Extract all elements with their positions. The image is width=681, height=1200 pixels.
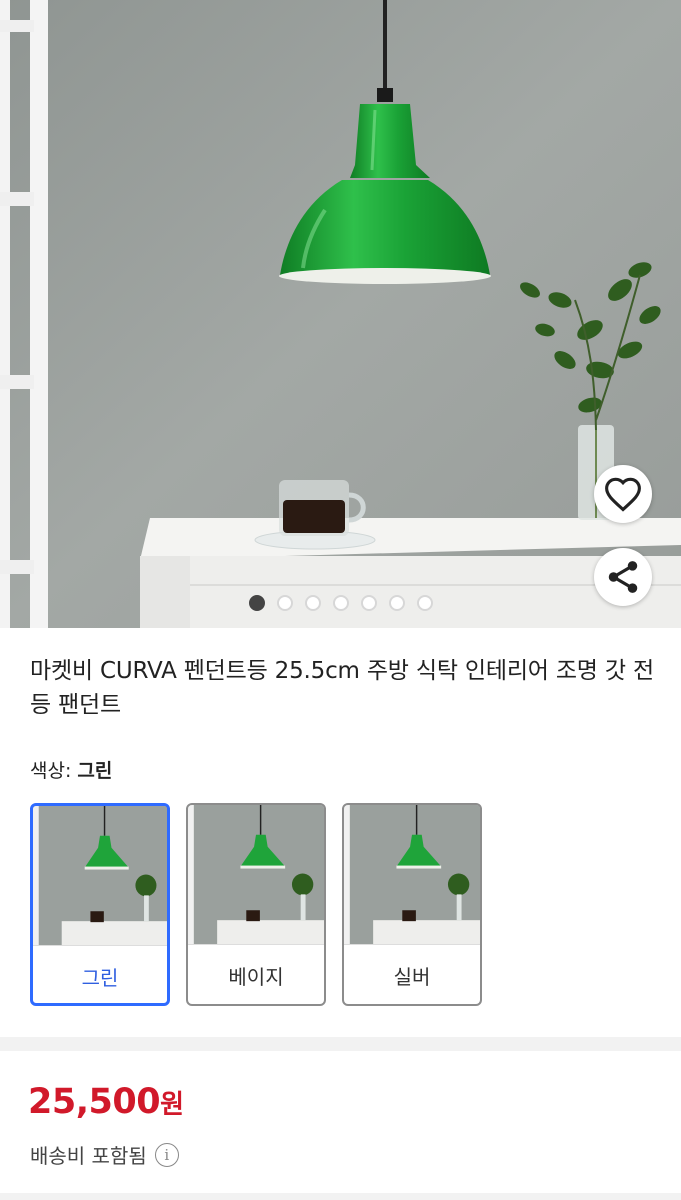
color-label-prefix: 색상: [30,760,78,782]
color-thumbnail-silver [344,805,480,945]
price-amount: 25,500 [28,1082,161,1122]
color-options: 그린 베이지 실버 [30,803,482,1006]
carousel-indicator [0,595,681,613]
price-currency: 원 [160,1090,184,1120]
carousel-dot[interactable] [361,595,377,611]
color-option-label: 실버 [393,964,431,989]
bottom-divider [0,1193,681,1200]
section-divider [0,1037,681,1051]
carousel-dot[interactable] [389,595,405,611]
shipping-info: 배송비 포함됨 i [30,1140,179,1169]
color-option-silver[interactable]: 실버 [342,803,482,1006]
heart-outline-icon [605,477,641,512]
selected-color-value: 그린 [77,760,113,782]
color-thumbnail-green [33,806,167,946]
color-option-green[interactable]: 그린 [30,803,170,1006]
carousel-dot[interactable] [249,595,265,611]
carousel-dot[interactable] [417,595,433,611]
carousel-dot[interactable] [333,595,349,611]
carousel-dot[interactable] [305,595,321,611]
shipping-text: 배송비 포함됨 [30,1144,147,1168]
color-option-label: 그린 [81,965,119,990]
color-option-label: 베이지 [228,964,284,989]
product-photo [0,0,681,628]
color-thumbnail-beige [188,805,324,945]
wishlist-button[interactable] [594,465,652,523]
color-selection-label: 색상: 그린 [30,756,112,783]
share-icon [608,561,638,593]
product-image[interactable] [0,0,681,628]
product-title: 마켓비 CURVA 펜던트등 25.5cm 주방 식탁 인테리어 조명 갓 전등… [30,658,654,718]
product-price: 25,500원 [28,1082,184,1122]
info-icon[interactable]: i [154,1142,179,1167]
carousel-dot[interactable] [277,595,293,611]
color-option-beige[interactable]: 베이지 [186,803,326,1006]
